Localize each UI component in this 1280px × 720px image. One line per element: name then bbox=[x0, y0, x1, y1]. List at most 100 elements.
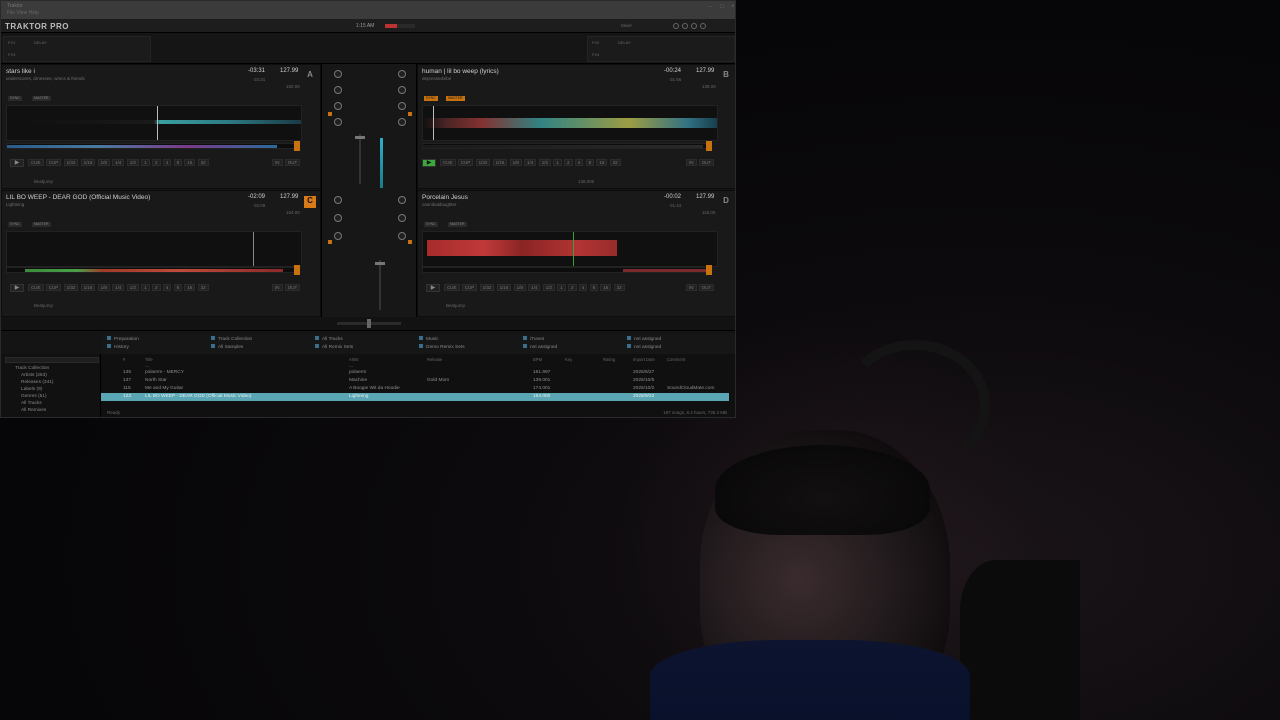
deck-a-in-button[interactable]: IN bbox=[272, 159, 283, 166]
deck-a-loop-16[interactable]: 16 bbox=[184, 159, 196, 166]
favorite-5[interactable]: iTunes bbox=[523, 336, 544, 342]
crossfader-handle[interactable] bbox=[367, 319, 371, 328]
deck-a-play-button[interactable]: ▶ bbox=[10, 159, 24, 167]
mixer-mid-b-knob[interactable] bbox=[398, 102, 406, 110]
favorite-4[interactable]: Music bbox=[419, 336, 439, 342]
deck-a-loop-2[interactable]: 2 bbox=[152, 159, 161, 166]
tree-releases[interactable]: Releases (341) bbox=[21, 380, 54, 385]
tree-track-collection[interactable]: Track Collection bbox=[15, 366, 49, 371]
favorite-3[interactable]: All Tracks bbox=[315, 336, 343, 342]
deck-d-in-button[interactable]: IN bbox=[686, 284, 697, 291]
deck-a-loop-32[interactable]: 32 bbox=[197, 159, 209, 166]
mixer-hi-a-knob[interactable] bbox=[334, 86, 342, 94]
favorite-1[interactable]: Preparation bbox=[107, 336, 139, 342]
favorite-11[interactable]: not assigned bbox=[523, 344, 557, 350]
deck-c-loop-16[interactable]: 16 bbox=[184, 284, 196, 291]
mixer-fx-assign-b[interactable] bbox=[408, 112, 412, 116]
deck-a-overview[interactable] bbox=[6, 143, 296, 149]
deck-c-waveform[interactable] bbox=[6, 231, 302, 267]
favorite-8[interactable]: All Samples bbox=[211, 344, 243, 350]
close-icon[interactable]: × bbox=[728, 4, 735, 12]
mixer-gain-d-knob[interactable] bbox=[398, 196, 406, 204]
deck-c-loop-1-8[interactable]: 1/8 bbox=[97, 284, 110, 291]
table-row-selected[interactable]: 123 LIL BO WEEP - DEAR GOD (Official Mus… bbox=[101, 393, 729, 401]
deck-b-play-button[interactable]: ▶ bbox=[422, 159, 436, 167]
deck-d-waveform[interactable] bbox=[422, 231, 718, 267]
fullscreen-icon[interactable] bbox=[700, 23, 706, 29]
deck-d-loop-1-4[interactable]: 1/4 bbox=[528, 284, 541, 291]
deck-c-loop-1-4[interactable]: 1/4 bbox=[112, 284, 125, 291]
deck-a-loop-1[interactable]: 1 bbox=[141, 159, 150, 166]
favorite-10[interactable]: Demo Remix Sets bbox=[419, 344, 465, 350]
mixer-mid-d-knob[interactable] bbox=[398, 232, 406, 240]
deck-b-loop-32[interactable]: 32 bbox=[609, 159, 621, 166]
deck-c-loop-1-16[interactable]: 1/16 bbox=[80, 284, 96, 291]
deck-c-loop-8[interactable]: 8 bbox=[173, 284, 183, 291]
deck-d-loop-1-2[interactable]: 1/2 bbox=[542, 284, 555, 291]
deck-a-cue-button[interactable]: CUE bbox=[28, 159, 44, 166]
deck-b-sync[interactable]: SYNC bbox=[424, 96, 438, 101]
deck-a-loop-1-4[interactable]: 1/4 bbox=[112, 159, 125, 166]
deck-b-cue-button[interactable]: CUE bbox=[440, 159, 456, 166]
tree-artists[interactable]: Artists (263) bbox=[21, 373, 47, 378]
col-number[interactable]: # bbox=[123, 357, 125, 362]
search-icon[interactable] bbox=[673, 23, 679, 29]
deck-a-loop-1-8[interactable]: 1/8 bbox=[97, 159, 110, 166]
tree-genres[interactable]: Genres (51) bbox=[21, 394, 47, 399]
deck-d-beatjump[interactable]: Beatjump bbox=[446, 303, 465, 308]
deck-a-beatjump[interactable]: Beatjump bbox=[34, 179, 53, 184]
deck-d-loop-1-32[interactable]: 1/32 bbox=[479, 284, 495, 291]
deck-c-loop-1[interactable]: 1 bbox=[141, 284, 150, 291]
deck-c-loop-4[interactable]: 4 bbox=[162, 284, 172, 291]
mixer-gain-a-knob[interactable] bbox=[334, 70, 342, 78]
mixer-fader-d[interactable] bbox=[375, 262, 385, 265]
maximize-icon[interactable]: □ bbox=[717, 4, 727, 12]
deck-d-overview[interactable] bbox=[422, 267, 712, 273]
deck-b-loop-1-32[interactable]: 1/32 bbox=[475, 159, 491, 166]
deck-b-loop-1-2[interactable]: 1/2 bbox=[538, 159, 551, 166]
col-rating[interactable]: Rating bbox=[603, 357, 615, 362]
deck-b-in-button[interactable]: IN bbox=[686, 159, 697, 166]
tree-all-remixes[interactable]: All Remixes bbox=[21, 408, 46, 413]
col-bpm[interactable]: BPM bbox=[533, 357, 542, 362]
deck-c-cue-button[interactable]: CUE bbox=[28, 284, 44, 291]
deck-b-loop-8[interactable]: 8 bbox=[585, 159, 595, 166]
deck-d-loop-8[interactable]: 8 bbox=[589, 284, 599, 291]
deck-c-overview[interactable] bbox=[6, 267, 296, 273]
deck-b-loop-2[interactable]: 2 bbox=[564, 159, 573, 166]
deck-d-cup-button[interactable]: CUP bbox=[461, 284, 478, 291]
deck-b-master[interactable]: MASTER bbox=[446, 96, 465, 101]
favorite-6[interactable]: not assigned bbox=[627, 336, 661, 342]
col-import-date[interactable]: Import Date bbox=[633, 357, 655, 362]
table-row[interactable]: 136 polaerm - MERCY polaerm 161.997 2025… bbox=[101, 369, 729, 377]
deck-b-loop-1-8[interactable]: 1/8 bbox=[509, 159, 522, 166]
mixer-fx-assign-a[interactable] bbox=[328, 112, 332, 116]
mixer-hi-d-knob[interactable] bbox=[398, 214, 406, 222]
deck-c-loop-1-32[interactable]: 1/32 bbox=[63, 284, 79, 291]
deck-c-letter[interactable]: C bbox=[304, 196, 316, 208]
mixer-low-a-knob[interactable] bbox=[334, 118, 342, 126]
deck-a-waveform[interactable] bbox=[6, 105, 302, 141]
mixer-fx-assign-c[interactable] bbox=[328, 240, 332, 244]
deck-c-in-button[interactable]: IN bbox=[272, 284, 283, 291]
minimize-icon[interactable]: – bbox=[705, 4, 715, 12]
deck-a-out-button[interactable]: OUT bbox=[284, 159, 301, 166]
deck-a-loop-1-16[interactable]: 1/16 bbox=[80, 159, 96, 166]
search-input[interactable] bbox=[5, 357, 99, 363]
deck-b-loop-1-4[interactable]: 1/4 bbox=[524, 159, 537, 166]
favorite-7[interactable]: History bbox=[107, 344, 129, 350]
deck-d-loop-2[interactable]: 2 bbox=[568, 284, 577, 291]
deck-d-out-button[interactable]: OUT bbox=[698, 284, 715, 291]
mixer-fx-assign-d[interactable] bbox=[408, 240, 412, 244]
col-release[interactable]: Release bbox=[427, 357, 442, 362]
favorite-9[interactable]: All Remix Sets bbox=[315, 344, 353, 350]
deck-d-loop-32[interactable]: 32 bbox=[613, 284, 625, 291]
deck-c-cup-button[interactable]: CUP bbox=[45, 284, 62, 291]
table-row[interactable]: 115 Me and My Guitar A Boogie Wit da Hoo… bbox=[101, 385, 729, 393]
col-key[interactable]: Key bbox=[565, 357, 572, 362]
deck-a-loop-1-32[interactable]: 1/32 bbox=[63, 159, 79, 166]
record-icon[interactable] bbox=[691, 23, 697, 29]
mixer-low-b-knob[interactable] bbox=[398, 118, 406, 126]
deck-b-loop-16[interactable]: 16 bbox=[596, 159, 608, 166]
mixer-mid-a-knob[interactable] bbox=[334, 102, 342, 110]
